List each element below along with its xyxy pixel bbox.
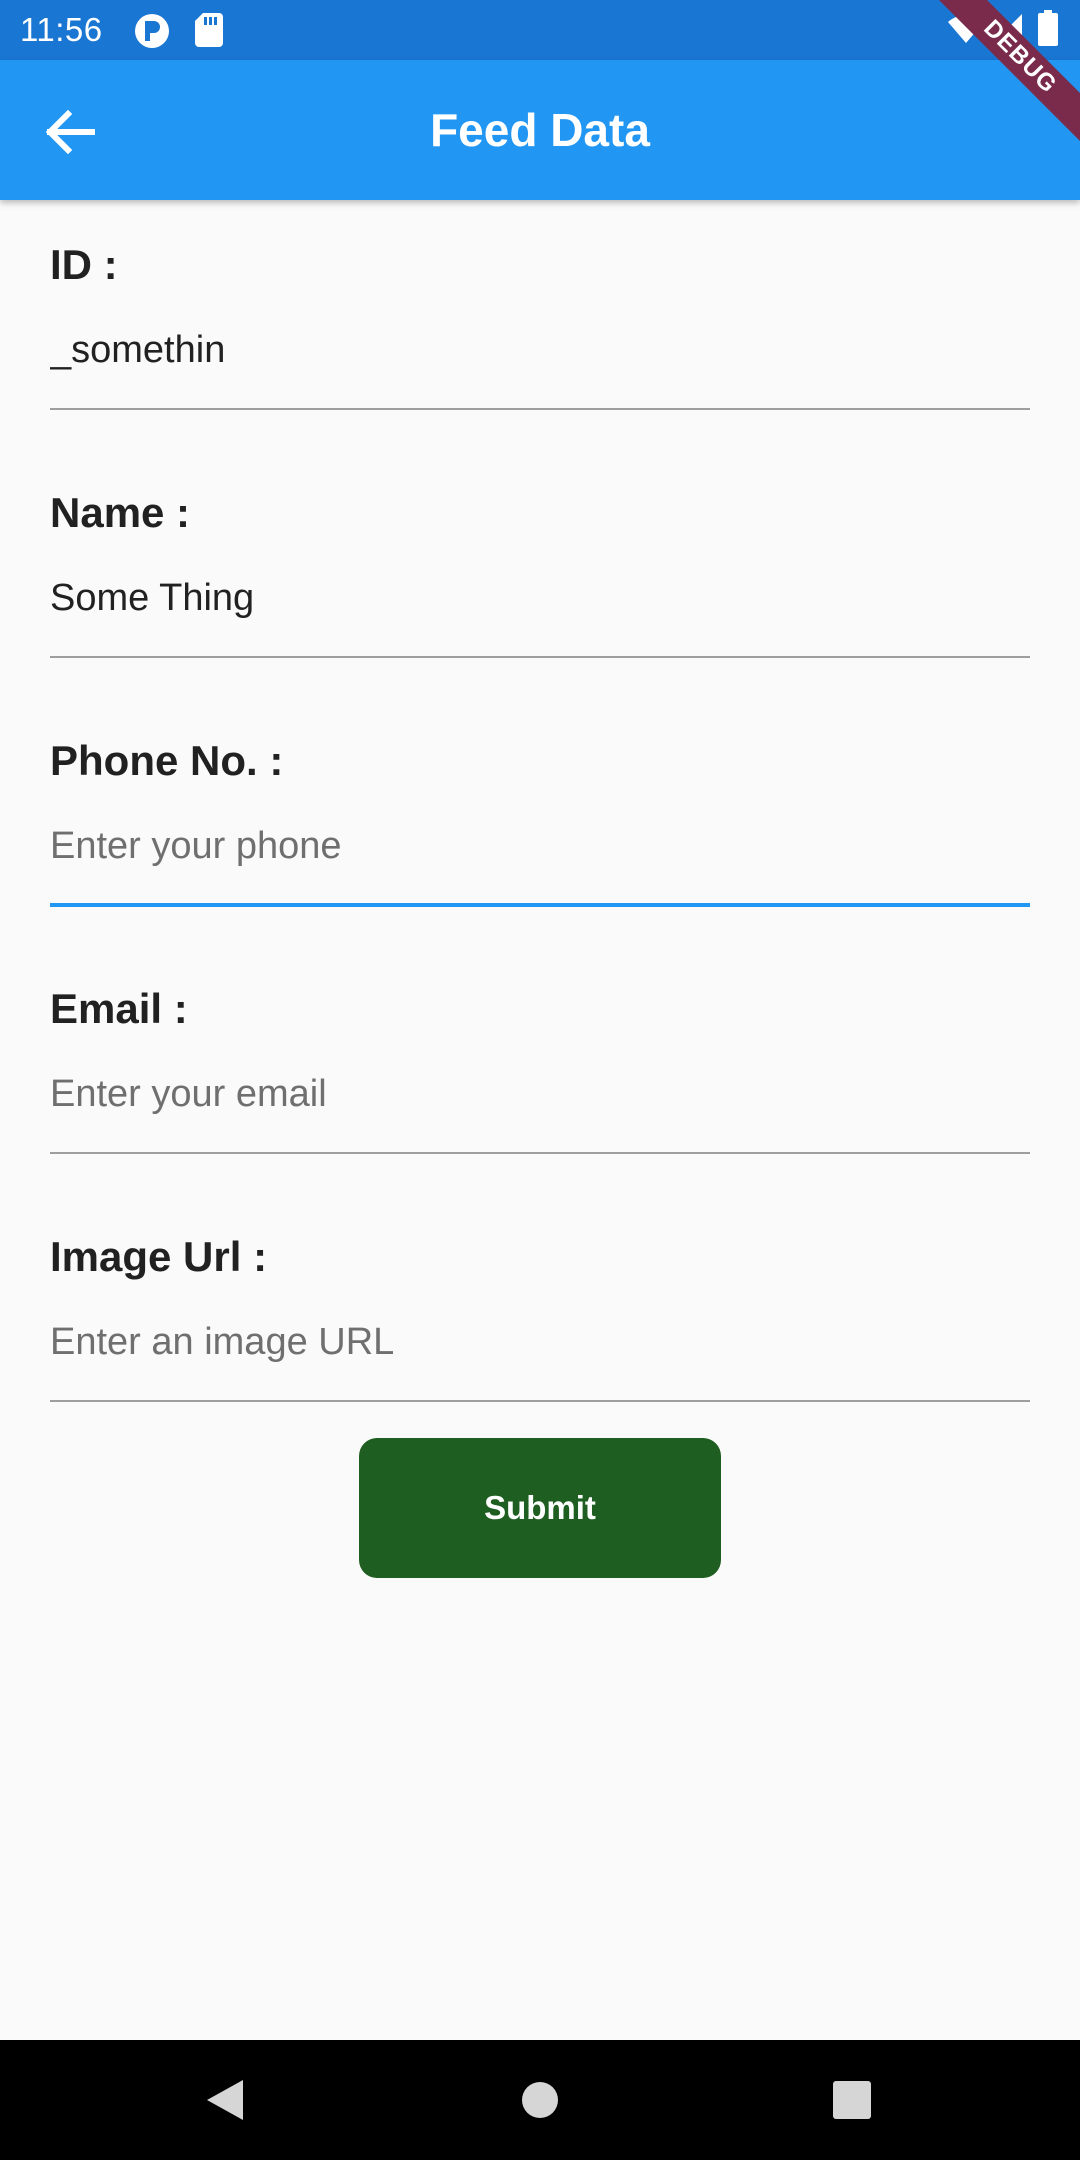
- signal-icon: [992, 14, 1022, 49]
- name-underline: [50, 656, 1030, 658]
- home-circle-icon: [510, 2082, 570, 2134]
- phone-label: Phone No. :: [50, 737, 284, 784]
- back-triangle-icon: [195, 2080, 255, 2134]
- image-url-field: Image Url :: [50, 1192, 1030, 1440]
- id-label: ID :: [50, 241, 118, 288]
- id-underline: [50, 408, 1030, 410]
- submit-button[interactable]: Submit: [359, 1438, 721, 1578]
- badge-p-icon: [134, 13, 170, 54]
- phone-field: Phone No. :: [50, 696, 1030, 944]
- battery-icon: [1038, 10, 1058, 51]
- navigation-bar: [0, 2040, 1080, 2160]
- sd-card-icon: [195, 13, 223, 52]
- phone-input[interactable]: [50, 810, 1030, 882]
- nav-back-button[interactable]: [195, 2070, 255, 2130]
- status-bar: 11:56: [0, 0, 1080, 60]
- nav-recents-button[interactable]: [822, 2070, 882, 2130]
- phone-underline: [50, 903, 1030, 907]
- app-bar: Feed Data: [0, 60, 1080, 200]
- email-label: Email :: [50, 985, 188, 1032]
- wifi-icon: [948, 14, 984, 49]
- name-field: Name :: [50, 448, 1030, 696]
- page-title: Feed Data: [430, 104, 650, 156]
- status-time: 11:56: [20, 11, 103, 48]
- email-field: Email :: [50, 944, 1030, 1192]
- id-input[interactable]: [50, 314, 1030, 386]
- name-input[interactable]: [50, 562, 1030, 634]
- back-button[interactable]: [34, 96, 106, 168]
- arrow-left-icon: [34, 109, 106, 172]
- recents-square-icon: [822, 2081, 882, 2134]
- feed-data-form: ID : Name : Phone No. : Email : Image Ur…: [50, 200, 1030, 1440]
- image-url-label: Image Url :: [50, 1233, 268, 1280]
- name-label: Name :: [50, 489, 191, 536]
- image-url-underline: [50, 1400, 1030, 1402]
- id-field: ID :: [50, 200, 1030, 448]
- image-url-input[interactable]: [50, 1306, 1030, 1378]
- nav-home-button[interactable]: [510, 2070, 570, 2130]
- email-input[interactable]: [50, 1058, 1030, 1130]
- email-underline: [50, 1152, 1030, 1154]
